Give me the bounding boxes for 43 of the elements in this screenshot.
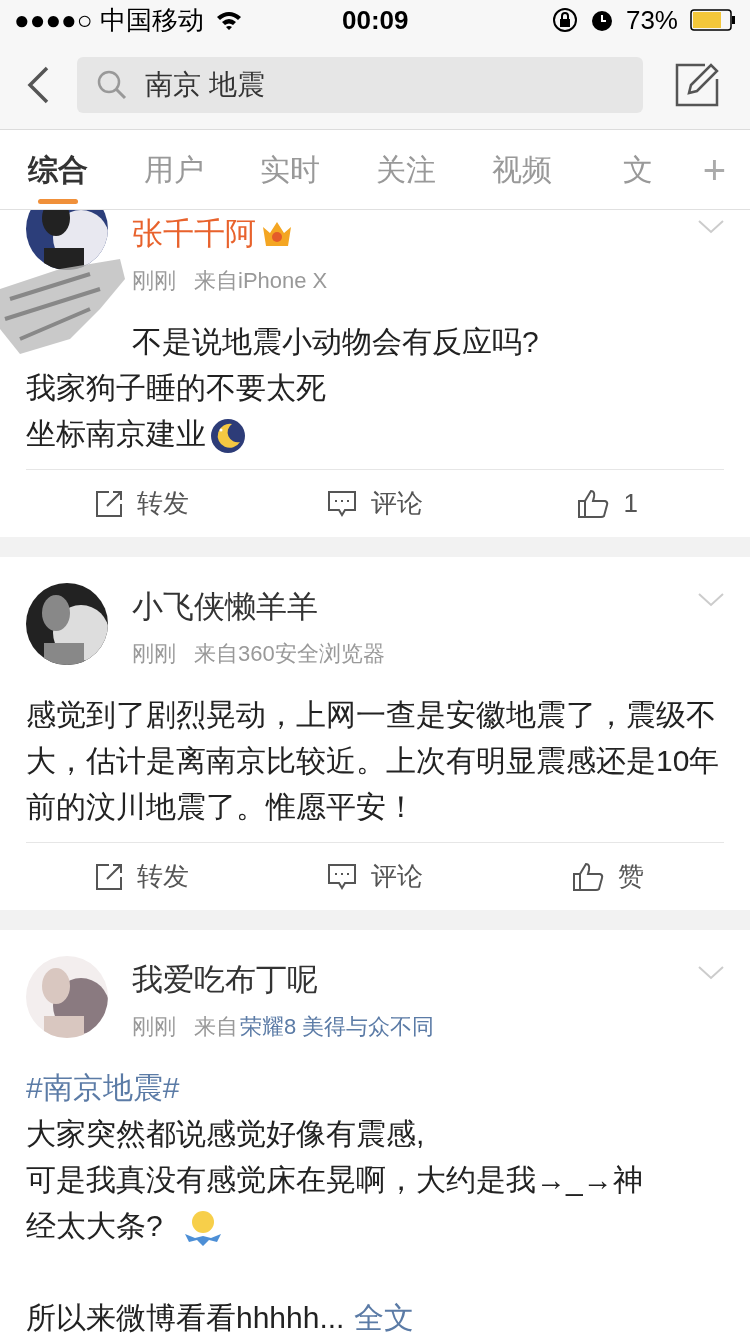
post-text: 不是说地震小动物会有反应吗? (132, 325, 539, 358)
post-text: 可是我真没有感觉床在晃啊，大约是我→_→神 (26, 1163, 643, 1196)
post-source: 来自360安全浏览器 (194, 640, 385, 668)
repost-button[interactable]: 转发 (95, 857, 190, 896)
battery-percent: 73% (625, 3, 678, 37)
post-time: 刚刚 (132, 1013, 176, 1041)
post-source: 来自iPhone X (194, 267, 328, 295)
clock-time: 00:09 (342, 3, 409, 37)
back-icon[interactable] (26, 65, 50, 104)
post-time: 刚刚 (132, 640, 176, 668)
post-text: 我家狗子睡的不要太死 (26, 371, 326, 404)
compose-icon[interactable] (675, 62, 719, 107)
wifi-icon (215, 10, 242, 30)
carrier-label: ●●●●○ 中国移动 (14, 3, 204, 37)
thumbs-up-icon (577, 488, 610, 519)
post-text: 所以来微博看看hhhhh... (26, 1300, 345, 1334)
user-name[interactable]: 小飞侠懒羊羊 (132, 583, 318, 631)
search-field[interactable]: 南京 地震 (77, 56, 643, 113)
source-link[interactable]: 荣耀8 美得与众不同 (240, 1010, 435, 1043)
repost-icon (95, 862, 124, 891)
repost-button[interactable]: 转发 (95, 484, 190, 523)
comment-icon (327, 862, 357, 891)
repost-icon (95, 489, 124, 518)
comment-button[interactable]: 评论 (327, 484, 423, 523)
search-icon (97, 69, 127, 100)
rotation-lock-icon (551, 7, 578, 33)
post-time: 刚刚 (132, 267, 176, 295)
post-text: 坐标南京建业 (26, 417, 206, 450)
post-text: 经太大条? (26, 1209, 163, 1242)
like-button[interactable]: 1 (577, 484, 638, 523)
alarm-icon (589, 8, 614, 32)
comment-button[interactable]: 评论 (327, 857, 423, 896)
hashtag-link[interactable]: #南京地震# (26, 1071, 180, 1104)
thumbs-up-icon (571, 861, 604, 892)
like-button[interactable]: 赞 (571, 857, 644, 896)
user-name[interactable]: 我爱吃布丁呢 (132, 956, 318, 1004)
full-text-link[interactable]: 全文 (354, 1295, 415, 1334)
post-source: 来自 (194, 1013, 238, 1041)
post-text: 感觉到了剧烈晃动，上网一查是安徽地震了，震级不大，估计是离南京比较近。上次有明显震感还是10年前的汶川地震了。惟愿平安！ (26, 698, 720, 823)
tab[interactable]: 综合 (0, 129, 116, 210)
battery-icon (690, 9, 736, 31)
post-text: 大家突然都说感觉好像有震感, (26, 1117, 425, 1150)
comment-icon (327, 489, 357, 518)
